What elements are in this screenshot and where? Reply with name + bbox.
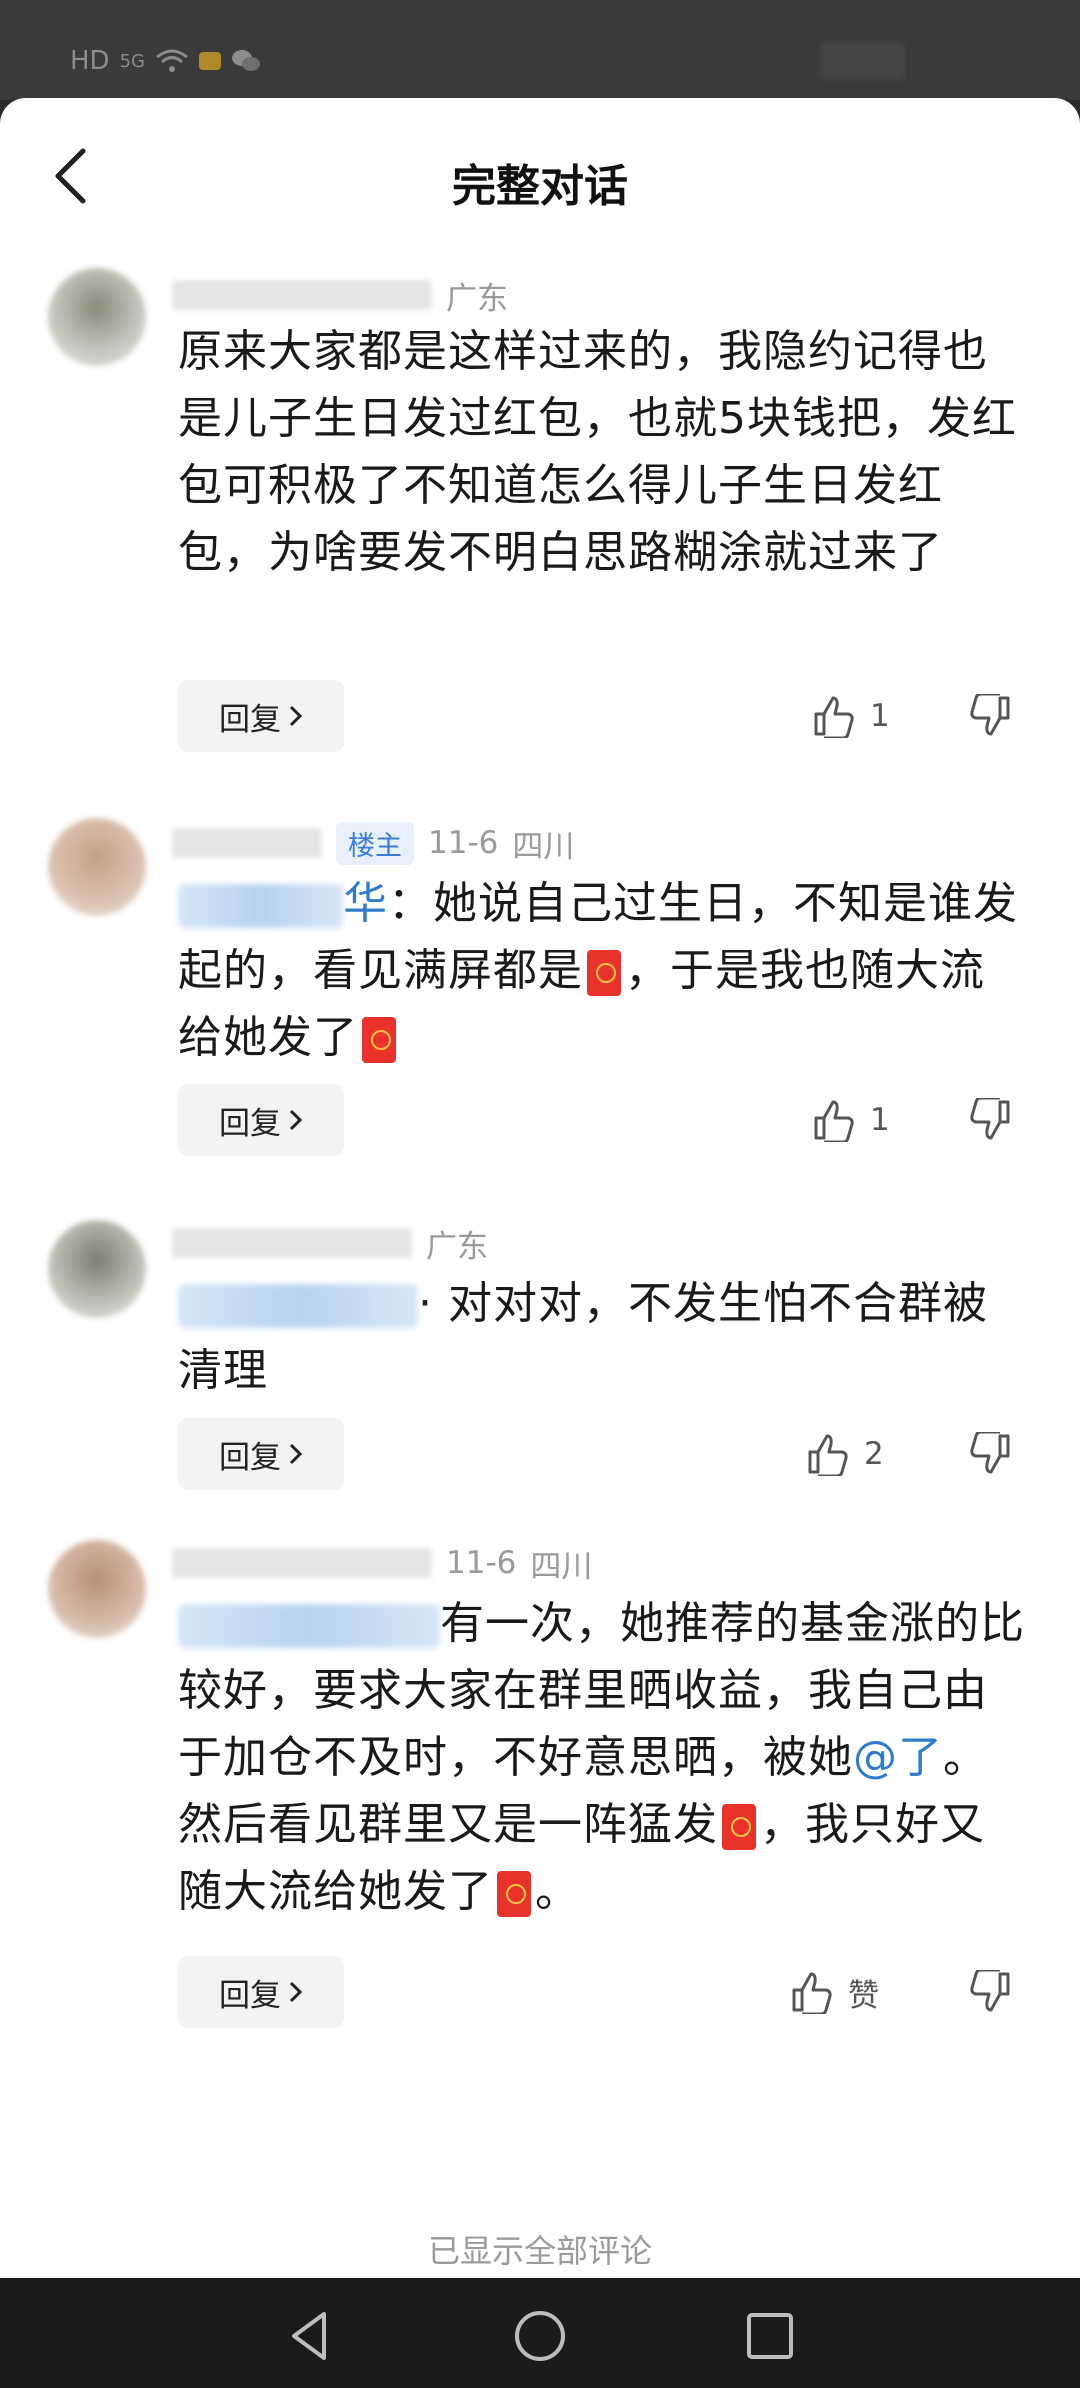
signal-icon: 5G — [119, 50, 145, 72]
red-packet-icon — [722, 1804, 756, 1850]
hd-icon: HD — [70, 46, 110, 76]
username-blurred[interactable] — [172, 1228, 412, 1258]
thumbs-up-icon — [814, 1100, 854, 1142]
reply-button[interactable]: 回复 — [178, 680, 344, 752]
dislike-button[interactable] — [968, 1084, 1016, 1156]
notification-icon — [198, 52, 221, 70]
reply-label: 回复 — [219, 1439, 281, 1476]
location: 广东 — [426, 1228, 488, 1265]
conversation-sheet: 完整对话 广东 原来大家都是这样过来的，我隐约记得也是儿子生日发过红包，也就5块… — [0, 98, 1080, 2278]
avatar[interactable] — [48, 1220, 146, 1318]
thumbs-up-icon — [814, 696, 854, 738]
header: 完整对话 — [0, 98, 1080, 248]
red-packet-icon — [497, 1871, 531, 1917]
location: 四川 — [512, 828, 575, 865]
mention-blurred[interactable] — [178, 1284, 418, 1328]
thumbs-up-icon — [792, 1972, 832, 2014]
text-part: 。 — [535, 1866, 580, 1917]
nav-back-icon[interactable] — [280, 2306, 340, 2366]
mention-blurred[interactable] — [178, 1604, 440, 1648]
end-of-comments-label: 已显示全部评论 — [427, 2232, 652, 2270]
like-button[interactable]: 1 — [812, 1084, 890, 1156]
like-count: 2 — [864, 1436, 884, 1472]
comment-meta: 11-6 四川 — [172, 1542, 593, 1585]
date: 11-6 — [428, 825, 499, 861]
like-button[interactable]: 1 — [812, 680, 890, 752]
like-count: 1 — [870, 1102, 890, 1138]
like-label: 赞 — [848, 1977, 879, 2014]
comment-text: · 对对对，不发生怕不合群被清理 — [178, 1270, 1028, 1404]
red-packet-icon — [587, 950, 621, 996]
thumbs-down-icon — [970, 1432, 1010, 1474]
nav-recents-icon[interactable] — [740, 2306, 800, 2366]
comment-text: 有一次，她推荐的基金涨的比较好，要求大家在群里晒收益，我自己由于加仓不及时，不好… — [178, 1590, 1028, 1925]
location: 广东 — [446, 280, 508, 317]
thumbs-down-icon — [970, 1098, 1010, 1140]
chevron-right-icon — [289, 1981, 303, 2003]
comment-text: 原来大家都是这样过来的，我隐约记得也是儿子生日发过红包，也就5块钱把，发红包可积… — [178, 326, 1017, 578]
mention-tail: 华 — [343, 878, 388, 929]
page-title: 完整对话 — [452, 161, 628, 212]
red-packet-icon — [362, 1017, 396, 1063]
mention-at[interactable]: @了 — [853, 1732, 943, 1783]
comment-meta: 广东 — [172, 1222, 488, 1265]
chevron-right-icon — [289, 1109, 303, 1131]
system-nav-bar — [0, 2278, 1080, 2388]
username-blurred[interactable] — [172, 1548, 432, 1578]
location: 四川 — [530, 1548, 593, 1585]
avatar[interactable] — [48, 818, 146, 916]
chevron-right-icon — [289, 705, 303, 727]
dislike-button[interactable] — [968, 1956, 1016, 2028]
comment-meta: 广东 — [172, 274, 508, 317]
reply-button[interactable]: 回复 — [178, 1084, 344, 1156]
mention-blurred[interactable] — [178, 884, 343, 928]
date: 11-6 — [446, 1545, 517, 1581]
thumbs-down-icon — [970, 694, 1010, 736]
reply-label: 回复 — [219, 701, 281, 738]
comment-meta: 楼主 11-6 四川 — [172, 821, 575, 865]
avatar[interactable] — [48, 268, 146, 366]
reply-button[interactable]: 回复 — [178, 1956, 344, 2028]
like-button[interactable]: 2 — [806, 1418, 884, 1490]
dislike-button[interactable] — [968, 680, 1016, 752]
status-bar: HD 5G — [0, 0, 1080, 100]
reply-label: 回复 — [219, 1105, 281, 1142]
wechat-icon — [231, 50, 260, 71]
thumbs-up-icon — [808, 1434, 848, 1476]
username-blurred[interactable] — [172, 280, 432, 310]
nav-home-icon[interactable] — [510, 2306, 570, 2366]
reply-label: 回复 — [219, 1977, 281, 2014]
status-right-blurred — [820, 42, 905, 80]
chevron-right-icon — [289, 1443, 303, 1465]
op-badge: 楼主 — [336, 821, 414, 865]
like-count: 1 — [870, 698, 890, 734]
username-blurred[interactable] — [172, 828, 322, 858]
thumbs-down-icon — [970, 1970, 1010, 2012]
like-button[interactable]: 赞 — [790, 1956, 879, 2028]
wifi-icon — [156, 49, 188, 72]
comment-text: 华：她说自己过生日，不知是谁发起的，看见满屏都是 ，于是我也随大流给她发了 — [178, 870, 1028, 1071]
reply-button[interactable]: 回复 — [178, 1418, 344, 1490]
dislike-button[interactable] — [968, 1418, 1016, 1490]
avatar[interactable] — [48, 1540, 146, 1638]
